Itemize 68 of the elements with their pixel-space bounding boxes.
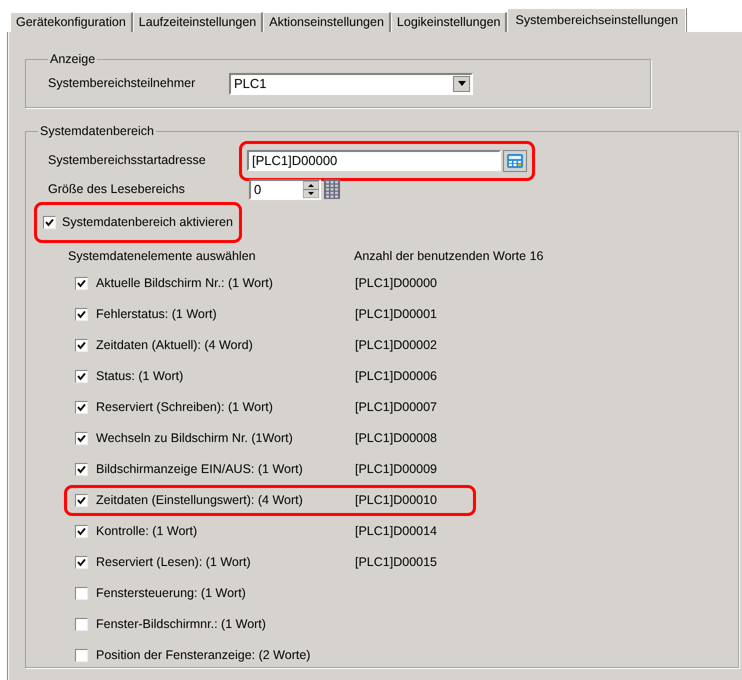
address-picker-button[interactable]	[503, 150, 527, 172]
checkmark-icon	[77, 496, 86, 504]
checkbox[interactable]	[75, 370, 88, 382]
item-address: [PLC1]D00015	[355, 554, 438, 571]
field-label: Systembereichsteilnehmer	[48, 75, 196, 92]
item-address: [PLC1]D00007	[355, 398, 438, 416]
keypad-icon	[507, 154, 523, 168]
item-label: Reserviert (Lesen): (1 Wort)	[96, 554, 252, 571]
checkbox[interactable]	[43, 216, 56, 229]
spin-field[interactable]: 0	[249, 178, 321, 200]
checkmark-icon	[77, 526, 86, 536]
item-address: [PLC1]D00000	[355, 274, 438, 292]
tab[interactable]: Logikeinstellungen	[390, 12, 508, 32]
item-address: [PLC1]D00002	[355, 336, 438, 354]
item-label: Reserviert (Schreiben): (1 Wort)	[96, 398, 274, 416]
item-label: Fenster-Bildschirmnr.: (1 Wort)	[96, 616, 267, 633]
keypad-icon[interactable]	[324, 179, 340, 200]
tab[interactable]: Systembereichseinstellungen	[507, 8, 686, 32]
checkmark-icon	[77, 340, 86, 350]
field-label: Größe des Lesebereichs	[47, 180, 186, 198]
checkbox[interactable]	[75, 462, 88, 476]
checkbox[interactable]	[75, 586, 88, 600]
checkbox[interactable]	[75, 308, 88, 320]
item-label: Fehlerstatus: (1 Wort)	[96, 306, 218, 323]
checkbox[interactable]	[75, 494, 88, 506]
checkmark-icon	[77, 558, 86, 566]
item-label: Aktuelle Bildschirm Nr.: (1 Wort)	[96, 274, 274, 292]
group-title: Systemdatenbereich	[39, 123, 155, 140]
item-address: [PLC1]D00001	[355, 306, 438, 323]
checkmark-icon	[77, 310, 86, 318]
item-address: [PLC1]D00009	[355, 460, 438, 478]
item-label: Status: (1 Wort)	[96, 368, 184, 385]
item-address: [PLC1]D00006	[355, 368, 438, 385]
group-title: Anzeige	[49, 51, 96, 68]
item-address: [PLC1]D00008	[355, 430, 438, 447]
item-label: Zeitdaten (Aktuell): (4 Word)	[96, 336, 254, 354]
spin-arrows-icon[interactable]	[303, 180, 319, 198]
item-address: [PLC1]D00014	[355, 522, 438, 540]
field-label: Systembereichsstartadresse	[47, 152, 207, 170]
checkmark-icon	[77, 372, 86, 380]
item-address: [PLC1]D00010	[355, 492, 438, 509]
checkbox[interactable]	[75, 338, 88, 352]
item-label: Bildschirmanzeige EIN/AUS: (1 Wort)	[96, 460, 304, 478]
item-label: Zeitdaten (Einstellungswert): (4 Wort)	[96, 492, 304, 509]
tab[interactable]: Gerätekonfiguration	[10, 12, 133, 32]
item-label: Position der Fensteranzeige: (2 Worte)	[96, 646, 312, 664]
item-label: Kontrolle: (1 Wort)	[96, 522, 198, 540]
checkbox[interactable]	[75, 400, 88, 414]
checkbox-label: Systemdatenbereich aktivieren	[62, 214, 233, 231]
checkbox[interactable]	[75, 648, 88, 662]
tab[interactable]: Aktionseinstellungen	[263, 12, 391, 32]
checkbox[interactable]	[75, 618, 88, 630]
checkmark-icon	[45, 218, 54, 227]
checkbox[interactable]	[75, 524, 88, 538]
tab[interactable]: Laufzeiteinstellungen	[132, 12, 264, 32]
column-header: Systemdatenelemente auswählen	[67, 248, 257, 266]
checkmark-icon	[77, 278, 86, 288]
checkbox[interactable]	[75, 276, 88, 290]
checkmark-icon	[77, 434, 86, 442]
checkbox[interactable]	[75, 432, 88, 444]
checkmark-icon	[77, 464, 86, 474]
checkmark-icon	[77, 402, 86, 412]
item-label: Fenstersteuerung: (1 Wort)	[96, 584, 247, 602]
address-field[interactable]: [PLC1]D00000	[247, 150, 501, 172]
word-count: Anzahl der benutzenden Worte 16	[354, 248, 544, 266]
dropdown[interactable]: PLC1	[229, 72, 473, 95]
checkbox[interactable]	[75, 556, 88, 568]
item-label: Wechseln zu Bildschirm Nr. (1Wort)	[96, 430, 294, 447]
